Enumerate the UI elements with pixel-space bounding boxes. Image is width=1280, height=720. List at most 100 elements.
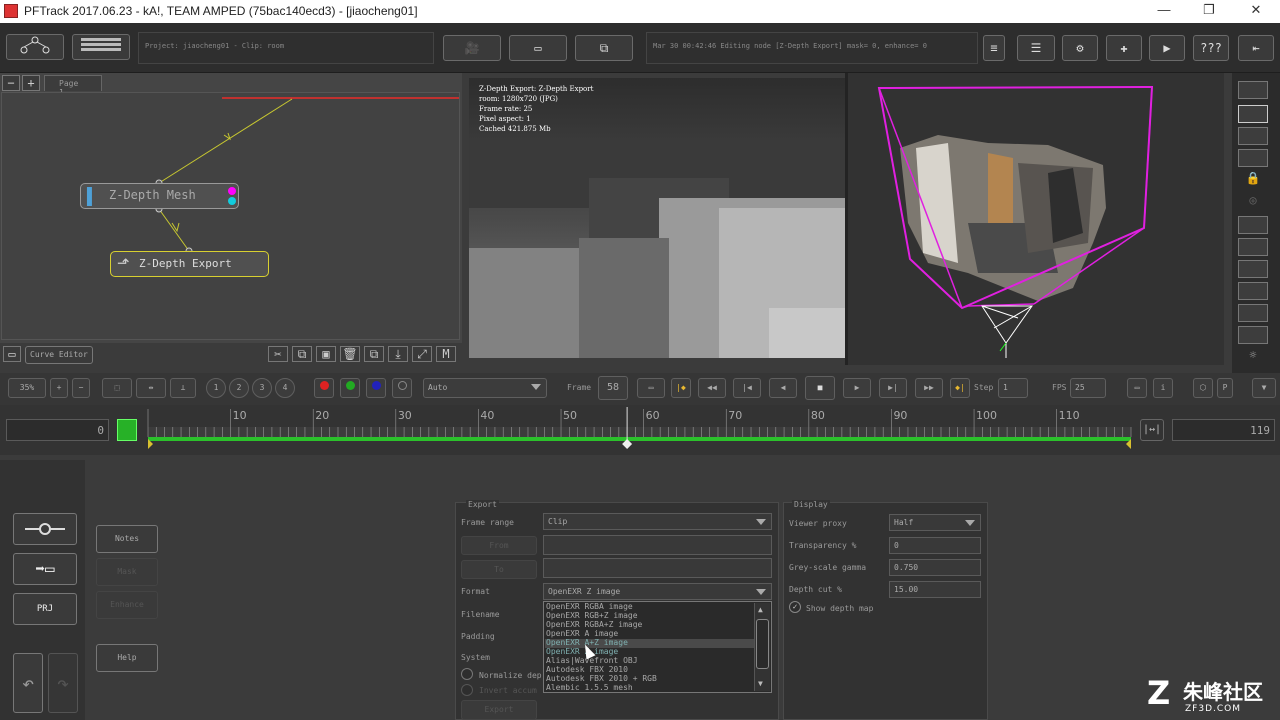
gamma-field[interactable]: 0.750 [889,559,981,576]
show-depth-checkbox[interactable]: ✓ [789,601,801,613]
timeline-start-field[interactable]: 0 [6,419,109,441]
to-button[interactable]: To [461,560,537,579]
help-button[interactable]: ??? [1193,35,1229,61]
plugins-button[interactable]: ✚ [1106,35,1142,61]
frame-field[interactable]: 58 [598,376,628,400]
output-port-cyan[interactable] [228,197,236,205]
grid-4-button[interactable] [1238,282,1268,300]
monitor-button[interactable]: ▭ [3,346,21,362]
copy-button[interactable]: ⧉ [292,346,312,362]
enhance-button[interactable]: Enhance [96,591,158,619]
scrollbar-thumb[interactable] [756,619,769,669]
stop-button[interactable]: ■ [805,376,835,400]
pan-button[interactable]: ⊥ [170,378,196,398]
sun-icon[interactable]: ☼ [1238,348,1268,366]
to-field[interactable] [543,558,772,578]
cut-button[interactable]: ✂ [268,346,288,362]
tab-page-1[interactable]: Page 1 [44,75,102,97]
orbit-icon[interactable]: ◎ [1238,193,1268,211]
from-field[interactable] [543,535,772,555]
fit-width-button[interactable]: ⇹ [136,378,166,398]
node-graph-button[interactable] [6,34,64,60]
format-option[interactable]: OpenEXR RGBA image [546,602,751,611]
restore-icon[interactable]: ❐ [1199,2,1219,20]
exit-button[interactable]: ⇤ [1238,35,1274,61]
curve-editor-button[interactable]: Curve Editor [25,346,93,364]
add-page-button[interactable]: + [22,75,40,91]
mask-button[interactable]: Mask [96,558,158,586]
grid-1-button[interactable] [1238,216,1268,234]
prev-frame-button[interactable]: |◀ [733,378,761,398]
fast-forward-button[interactable]: ▶▶ [915,378,943,398]
normalize-checkbox[interactable] [461,668,473,680]
grid-2-button[interactable] [1238,238,1268,256]
alpha-channel-button[interactable] [392,378,412,398]
node-graph-canvas[interactable]: ▌ Z-Depth Mesh ⬏ Z-Depth Export [1,92,460,340]
green-channel-button[interactable] [340,378,360,398]
frame-range-select[interactable]: Clip [543,513,772,530]
prev-key-button[interactable]: |◆ [671,378,691,398]
format-option[interactable]: OpenEXR RGB+Z image [546,611,751,620]
fit-timeline-button[interactable]: |↔| [1140,419,1164,441]
close-icon[interactable]: ✕ [1246,2,1266,20]
cube-button[interactable]: ⬡ [1193,378,1213,398]
export-tool-button[interactable]: ➡▭ [13,553,77,585]
menu-button[interactable]: ☰ [1017,35,1055,61]
clip-button[interactable]: ▭ [509,35,567,61]
page-1-button[interactable]: 1 [206,378,226,398]
undo-button[interactable]: ↶ [13,653,43,713]
dropdown-scrollbar[interactable]: ▲ ▼ [754,603,770,691]
play-media-button[interactable]: ▶ [1149,35,1185,61]
help-panel-button[interactable]: Help [96,644,158,672]
format-option[interactable]: Alias|Wavefront OBJ [546,656,751,665]
scroll-up-icon[interactable]: ▲ [758,605,763,614]
duplicate-button[interactable]: ⧉ [364,346,384,362]
layout-split-button[interactable] [1238,105,1268,123]
delete-button[interactable]: 🗑 [340,346,360,362]
notes-button[interactable]: Notes [96,525,158,553]
grid-3-button[interactable] [1238,260,1268,278]
lock-icon[interactable]: 🔒 [1238,171,1268,189]
format-option[interactable]: OpenEXR Z image [546,647,751,656]
play-backward-button[interactable]: ◀ [769,378,797,398]
grid-6-button[interactable] [1238,326,1268,344]
layout-horizontal-button[interactable] [1238,127,1268,145]
layout-single-button[interactable] [1238,81,1268,99]
expand-panel-button[interactable]: ▼ [1252,378,1276,398]
3d-viewer[interactable] [848,73,1224,365]
format-option[interactable]: Autodesk FBX 2010 + RGB [546,674,751,683]
project-button[interactable]: ⧉ [575,35,633,61]
collapse-button[interactable]: − [2,75,20,91]
depth-cut-field[interactable]: 15.00 [889,581,981,598]
timeline-end-field[interactable]: 119 [1172,419,1275,441]
export-button[interactable]: Export [461,700,537,720]
invert-checkbox[interactable] [461,684,473,696]
format-option[interactable]: OpenEXR A image [546,629,751,638]
zoom-field[interactable]: 35% [8,378,46,398]
step-field[interactable]: 1 [998,378,1028,398]
minimize-icon[interactable]: — [1154,2,1174,20]
fit-view-button[interactable]: ⤢ [412,346,432,362]
grid-5-button[interactable] [1238,304,1268,322]
project-tool-button[interactable]: PRJ [13,593,77,625]
redo-button[interactable]: ↷ [48,653,78,713]
page-3-button[interactable]: 3 [252,378,272,398]
format-option[interactable]: Autodesk FBX 2010 [546,665,751,674]
next-frame-button[interactable]: ▶| [879,378,907,398]
camera-button[interactable]: 🎥 [443,35,501,61]
output-port-magenta[interactable] [228,187,236,195]
timeline-ruler[interactable]: 10 20 30 40 50 60 70 80 90 100 110 [140,405,1138,453]
log-button[interactable]: ≡ [983,35,1005,61]
fps-field[interactable]: 25 [1070,378,1106,398]
from-button[interactable]: From [461,536,537,555]
viewer-options-button[interactable]: ▭ [1127,378,1147,398]
info-button[interactable]: i [1153,378,1173,398]
blue-channel-button[interactable] [366,378,386,398]
format-option[interactable]: Alembic 1.5.5 mesh [546,683,751,692]
depth-viewer[interactable]: Z-Depth Export: Z-Depth Export room: 128… [469,78,845,358]
layout-quad-button[interactable] [1238,149,1268,167]
format-option[interactable]: OpenEXR RGBA+Z image [546,620,751,629]
fit-frame-button[interactable]: ⬚ [102,378,132,398]
node-list-button[interactable] [72,34,130,60]
viewer-proxy-select[interactable]: Half [889,514,981,531]
